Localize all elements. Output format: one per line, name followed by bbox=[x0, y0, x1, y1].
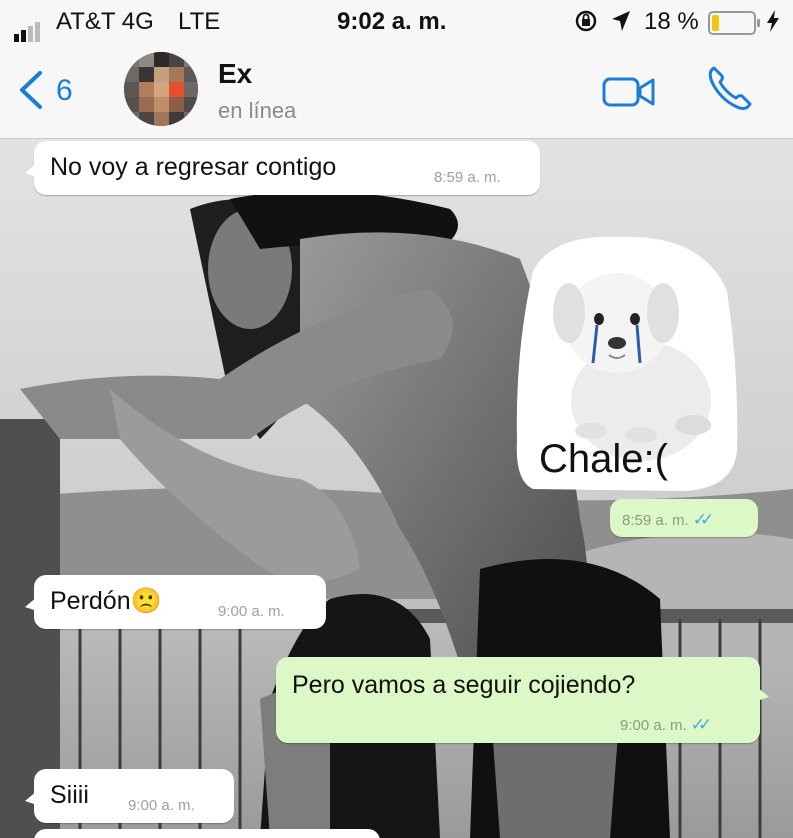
back-chevron-icon bbox=[20, 71, 42, 109]
sticker-message[interactable]: Chale:( bbox=[513, 231, 741, 493]
unread-count: 6 bbox=[56, 74, 73, 107]
signal-bars-icon bbox=[14, 14, 42, 42]
sticker-caption: Chale:( bbox=[539, 437, 668, 481]
avatar[interactable] bbox=[124, 52, 198, 126]
sticker-time-pill: 8:59 a. m. ✓✓ bbox=[610, 499, 758, 537]
message-text: Pero vamos a seguir cojiendo? bbox=[292, 671, 636, 699]
frowning-face-emoji: 🙁 bbox=[130, 587, 162, 615]
video-call-icon[interactable] bbox=[602, 76, 656, 113]
message-time: 8:59 a. m. bbox=[434, 169, 501, 186]
chat-background: No voy a regresar contigo 8:59 a. m. Cha… bbox=[0, 139, 793, 838]
message-text: Siiii bbox=[50, 781, 89, 809]
contact-status: en línea bbox=[218, 98, 297, 123]
battery-icon bbox=[708, 11, 760, 35]
battery-percent: 18 % bbox=[644, 8, 699, 35]
incoming-message[interactable]: Perdón🙁 9:00 a. m. bbox=[25, 575, 326, 629]
status-bar: AT&T 4G LTE 9:02 a. m. 18 % bbox=[0, 0, 793, 44]
outgoing-message[interactable]: Pero vamos a seguir cojiendo? 9:00 a. m.… bbox=[276, 657, 769, 743]
incoming-message[interactable]: No voy a regresar contigo 8:59 a. m. bbox=[25, 141, 540, 195]
contact-name[interactable]: Ex bbox=[218, 58, 252, 90]
orientation-lock-icon bbox=[574, 9, 598, 40]
message-text: No voy a regresar contigo bbox=[50, 153, 337, 181]
read-ticks-icon: ✓✓ bbox=[690, 715, 712, 734]
incoming-message-partial[interactable] bbox=[34, 829, 380, 838]
phone-call-icon[interactable] bbox=[706, 64, 754, 117]
location-arrow-icon bbox=[610, 9, 632, 40]
incoming-message[interactable]: Siiii 9:00 a. m. bbox=[25, 769, 234, 823]
message-time: 8:59 a. m. bbox=[622, 512, 689, 529]
carrier-label: AT&T 4G bbox=[56, 8, 154, 35]
message-text: Perdón🙁 bbox=[50, 587, 162, 615]
network-label: LTE bbox=[178, 8, 221, 35]
message-time: 9:00 a. m. bbox=[128, 797, 195, 814]
message-time: 9:00 a. m. bbox=[218, 603, 285, 620]
clock: 9:02 a. m. bbox=[337, 8, 447, 35]
charging-bolt-icon bbox=[766, 10, 780, 39]
message-time: 9:00 a. m. bbox=[620, 717, 687, 734]
chat-header: 6 Ex en línea bbox=[0, 44, 793, 139]
read-ticks-icon: ✓✓ bbox=[692, 510, 714, 529]
